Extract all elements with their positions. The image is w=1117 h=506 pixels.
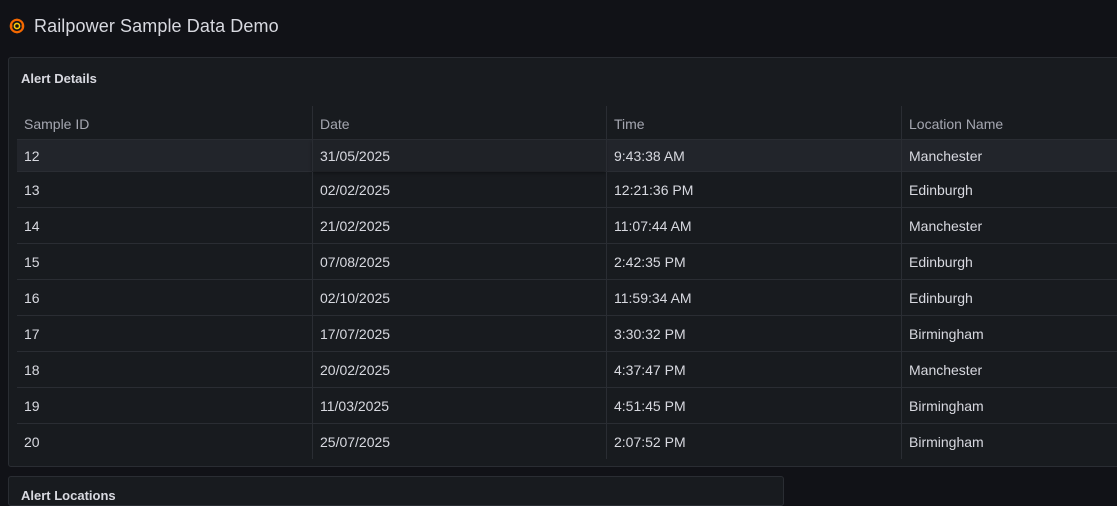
table-cell: 4:51:45 PM bbox=[606, 388, 901, 423]
table-cell: 2:42:35 PM bbox=[606, 244, 901, 279]
panel-title[interactable]: Alert Details bbox=[21, 71, 97, 86]
alert-details-table: Sample ID Date Time Location Name 12 31/0… bbox=[17, 106, 1117, 459]
table-cell: 02/10/2025 bbox=[312, 280, 606, 315]
table-row[interactable]: 12 31/05/2025 9:43:38 AM Manchester bbox=[17, 139, 1117, 171]
table-cell: 2:07:52 PM bbox=[606, 424, 901, 459]
table-cell: 17/07/2025 bbox=[312, 316, 606, 351]
table-cell: 16 bbox=[24, 289, 40, 306]
table-cell: 11:59:34 AM bbox=[606, 280, 901, 315]
dashboard-header: Railpower Sample Data Demo bbox=[0, 0, 1117, 52]
table-cell: 31/05/2025 bbox=[312, 140, 606, 171]
dashboard-title[interactable]: Railpower Sample Data Demo bbox=[34, 16, 279, 37]
alert-locations-panel: Alert Locations bbox=[8, 476, 784, 506]
table-cell: 21/02/2025 bbox=[312, 208, 606, 243]
table-cell: 25/07/2025 bbox=[312, 424, 606, 459]
table-row[interactable]: 18 20/02/2025 4:37:47 PM Manchester bbox=[17, 351, 1117, 387]
table-cell: 14 bbox=[24, 217, 40, 234]
table-cell: 07/08/2025 bbox=[312, 244, 606, 279]
table-row[interactable]: 16 02/10/2025 11:59:34 AM Edinburgh bbox=[17, 279, 1117, 315]
table-cell: Edinburgh bbox=[901, 280, 1117, 315]
panel-title[interactable]: Alert Locations bbox=[21, 488, 116, 503]
table-cell: Birmingham bbox=[901, 424, 1117, 459]
table-row[interactable]: 17 17/07/2025 3:30:32 PM Birmingham bbox=[17, 315, 1117, 351]
table-cell: Edinburgh bbox=[901, 172, 1117, 207]
table-cell: 19 bbox=[24, 397, 40, 414]
table-cell: 12 bbox=[24, 147, 40, 164]
table-row[interactable]: 19 11/03/2025 4:51:45 PM Birmingham bbox=[17, 387, 1117, 423]
table-cell: 12:21:36 PM bbox=[606, 172, 901, 207]
table-cell: 4:37:47 PM bbox=[606, 352, 901, 387]
table-cell: 20/02/2025 bbox=[312, 352, 606, 387]
grafana-logo-icon[interactable] bbox=[8, 17, 26, 35]
table-cell: 13 bbox=[24, 181, 40, 198]
table-cell: Birmingham bbox=[901, 316, 1117, 351]
column-header-time[interactable]: Time bbox=[606, 106, 901, 139]
table-cell: 17 bbox=[24, 325, 40, 342]
column-header-sample-id[interactable]: Sample ID bbox=[17, 106, 312, 139]
table-body: 12 31/05/2025 9:43:38 AM Manchester 13 02/02/… bbox=[17, 139, 1117, 459]
table-cell: 3:30:32 PM bbox=[606, 316, 901, 351]
table-cell: Manchester bbox=[901, 140, 1117, 171]
table-cell: Birmingham bbox=[901, 388, 1117, 423]
table-cell: Manchester bbox=[901, 208, 1117, 243]
table-row[interactable]: 20 25/07/2025 2:07:52 PM Birmingham bbox=[17, 423, 1117, 459]
table-cell: Manchester bbox=[901, 352, 1117, 387]
alert-details-panel: Alert Details Sample ID Date Time Locati… bbox=[8, 57, 1117, 467]
table-cell: 15 bbox=[24, 253, 40, 270]
table-cell: 11/03/2025 bbox=[312, 388, 606, 423]
table-row[interactable]: 14 21/02/2025 11:07:44 AM Manchester bbox=[17, 207, 1117, 243]
table-row[interactable]: 15 07/08/2025 2:42:35 PM Edinburgh bbox=[17, 243, 1117, 279]
table-cell: Edinburgh bbox=[901, 244, 1117, 279]
table-cell: 9:43:38 AM bbox=[606, 140, 901, 171]
column-header-location-name[interactable]: Location Name bbox=[901, 106, 1117, 139]
column-header-date[interactable]: Date bbox=[312, 106, 606, 139]
table-row[interactable]: 13 02/02/2025 12:21:36 PM Edinburgh bbox=[17, 171, 1117, 207]
table-cell: 02/02/2025 bbox=[312, 172, 606, 207]
table-cell: 20 bbox=[24, 433, 40, 450]
table-cell: 18 bbox=[24, 361, 40, 378]
table-header: Sample ID Date Time Location Name bbox=[17, 106, 1117, 139]
table-cell: 11:07:44 AM bbox=[606, 208, 901, 243]
